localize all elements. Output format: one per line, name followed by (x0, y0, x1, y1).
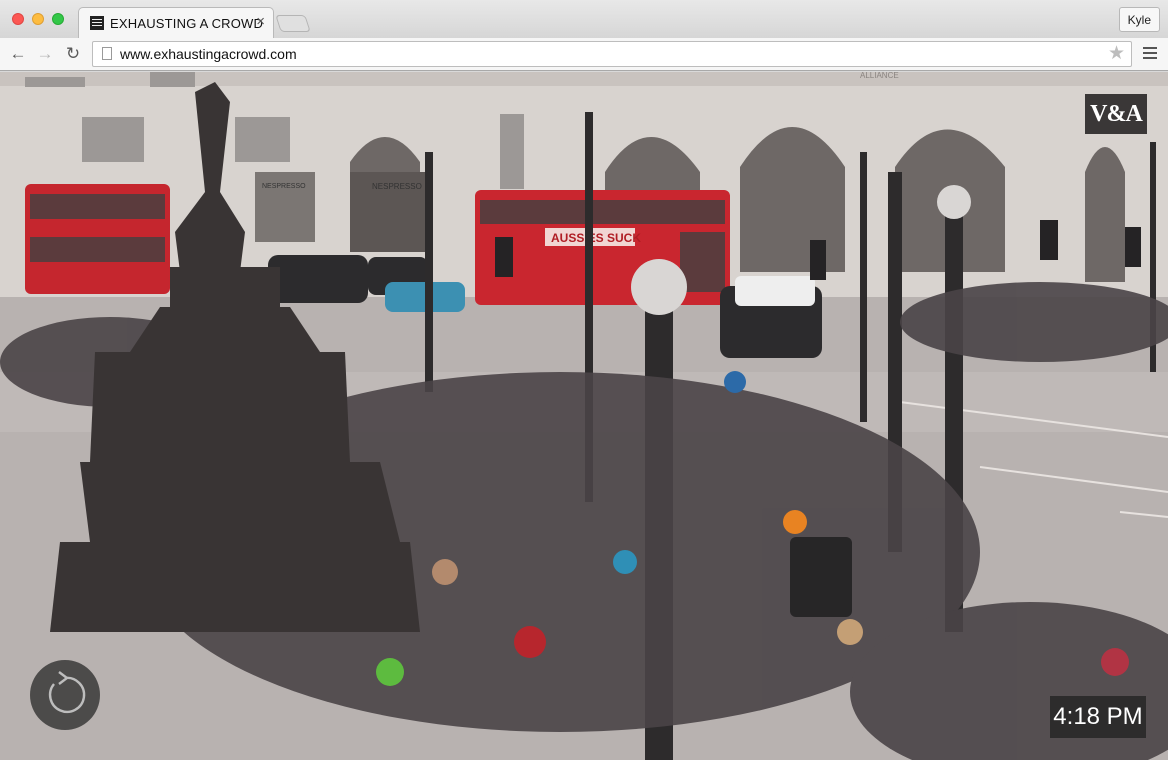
red-bus-center: AUSSIES SUCK (475, 190, 730, 305)
address-bar[interactable]: www.exhaustingacrowd.com ★ (92, 41, 1132, 67)
shop-sign: NESPRESSO (372, 182, 422, 191)
new-tab-button[interactable] (275, 15, 311, 32)
tab-title: EXHAUSTING A CROWD (110, 16, 264, 31)
profile-button[interactable]: Kyle (1118, 7, 1160, 32)
bus-advert: AUSSIES SUCK (551, 231, 641, 245)
window-minimize-button[interactable] (32, 13, 44, 25)
back-arrow-icon[interactable]: ← (8, 44, 28, 64)
webcam-viewport[interactable]: NESPRESSO NESPRESSO ALLIANCE AUSSIES SUC… (0, 72, 1168, 760)
window-maximize-button[interactable] (52, 13, 64, 25)
browser-menu-icon[interactable] (1143, 47, 1157, 61)
piccadilly-circus-scene: NESPRESSO NESPRESSO ALLIANCE AUSSIES SUC… (0, 72, 1168, 760)
replay-icon (48, 671, 86, 714)
page-icon (102, 47, 112, 60)
replay-button[interactable] (30, 660, 100, 730)
url-text[interactable]: www.exhaustingacrowd.com (120, 46, 297, 62)
forward-arrow-icon[interactable]: → (35, 44, 55, 64)
browser-toolbar: ← → ↻ www.exhaustingacrowd.com ★ (0, 38, 1168, 71)
time-display: 4:18 PM (1050, 696, 1146, 738)
bookmark-star-icon[interactable]: ★ (1108, 43, 1125, 65)
window-close-button[interactable] (12, 13, 24, 25)
window-titlebar: EXHAUSTING A CROWD × Kyle (0, 0, 1168, 38)
reload-icon[interactable]: ↻ (63, 44, 83, 64)
shop-sign: NESPRESSO (262, 183, 306, 190)
browser-tab-active[interactable]: EXHAUSTING A CROWD × (78, 7, 274, 38)
tab-close-icon[interactable]: × (256, 14, 265, 30)
building-lettering: ALLIANCE (860, 72, 899, 80)
page-favicon-icon (90, 16, 104, 30)
va-logo: V&A (1085, 94, 1147, 134)
red-bus-left (25, 184, 170, 294)
